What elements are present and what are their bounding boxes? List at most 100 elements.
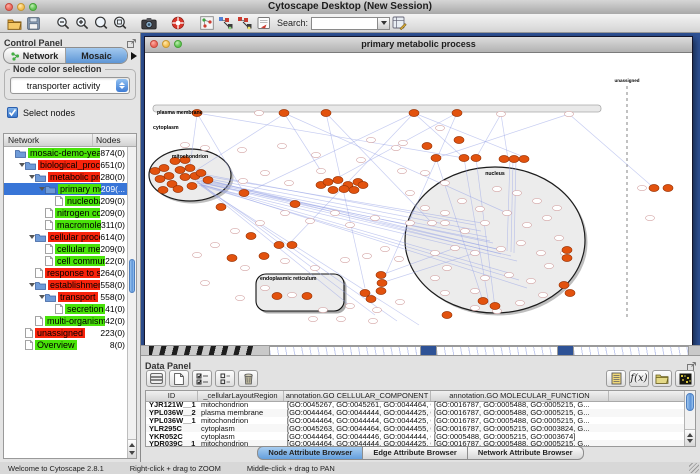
network-node-white[interactable] xyxy=(428,220,437,225)
network-node-white[interactable] xyxy=(431,275,440,280)
network-node-orange[interactable] xyxy=(302,293,312,300)
float-panel-icon[interactable] xyxy=(127,35,136,53)
network-node-white[interactable] xyxy=(306,218,315,223)
network-window-titlebar[interactable]: primary metabolic process xyxy=(145,37,692,53)
network-node-white[interactable] xyxy=(516,300,525,305)
network-node-white[interactable] xyxy=(211,242,220,247)
network-node-white[interactable] xyxy=(312,152,321,157)
network-node-orange[interactable] xyxy=(422,143,432,150)
network-node-orange[interactable] xyxy=(366,296,376,303)
network-node-orange[interactable] xyxy=(339,186,349,193)
table-column-header[interactable] xyxy=(609,391,695,401)
network-node-white[interactable] xyxy=(238,147,247,152)
network-node-white[interactable] xyxy=(461,228,470,233)
network-node-orange[interactable] xyxy=(431,155,441,162)
network-node-orange[interactable] xyxy=(216,204,226,211)
network-node-white[interactable] xyxy=(319,307,328,312)
network-tree-row[interactable]: response to stimulu264(0) xyxy=(4,267,127,279)
expander-triangle-icon[interactable] xyxy=(28,283,35,287)
network-node-orange[interactable] xyxy=(376,288,386,295)
network-node-white[interactable] xyxy=(523,222,532,227)
network-node-white[interactable] xyxy=(239,178,248,183)
network-node-white[interactable] xyxy=(367,137,376,142)
network-node-orange[interactable] xyxy=(358,182,368,189)
network-node-white[interactable] xyxy=(497,111,506,116)
expander-triangle-icon[interactable] xyxy=(38,295,45,299)
network-node-white[interactable] xyxy=(451,245,460,250)
search-input[interactable] xyxy=(311,17,377,30)
network-node-white[interactable] xyxy=(231,228,240,233)
network-node-white[interactable] xyxy=(201,280,210,285)
function-builder-icon[interactable]: f(x) xyxy=(629,370,649,387)
network-node-orange[interactable] xyxy=(360,290,370,297)
network-node-orange[interactable] xyxy=(155,176,165,183)
new-attribute-icon[interactable] xyxy=(169,370,189,387)
network-node-white[interactable] xyxy=(646,215,655,220)
network-node-white[interactable] xyxy=(281,258,290,263)
network-node-white[interactable] xyxy=(471,288,480,293)
network-node-white[interactable] xyxy=(261,285,270,290)
network-node-white[interactable] xyxy=(399,140,408,145)
network-node-white[interactable] xyxy=(638,185,647,190)
tab-mosaic[interactable]: Mosaic xyxy=(66,48,127,63)
network-node-white[interactable] xyxy=(513,190,522,195)
network-node-white[interactable] xyxy=(317,168,326,173)
network-node-white[interactable] xyxy=(398,168,407,173)
resize-grip[interactable] xyxy=(689,463,699,473)
network-zoom-button[interactable] xyxy=(174,40,182,48)
network-node-white[interactable] xyxy=(309,316,318,321)
network-node-orange[interactable] xyxy=(259,253,269,260)
network-node-white[interactable] xyxy=(553,205,562,210)
network-node-orange[interactable] xyxy=(185,165,195,172)
network-node-white[interactable] xyxy=(281,210,290,215)
network-view-window[interactable]: primary metabolic process plasma membran… xyxy=(144,36,693,347)
network-node-orange[interactable] xyxy=(509,156,519,163)
select-nodes-checkbox[interactable] xyxy=(7,107,18,118)
network-node-white[interactable] xyxy=(539,292,548,297)
import-file-folder-icon[interactable] xyxy=(652,370,672,387)
network-node-white[interactable] xyxy=(421,205,430,210)
tree-scrollbar[interactable] xyxy=(127,147,136,458)
network-node-orange[interactable] xyxy=(559,282,569,289)
network-node-white[interactable] xyxy=(441,290,450,295)
network-node-orange[interactable] xyxy=(290,201,300,208)
network-node-orange[interactable] xyxy=(333,177,343,184)
network-node-white[interactable] xyxy=(241,265,250,270)
network-node-orange[interactable] xyxy=(180,174,190,181)
network-node-white[interactable] xyxy=(201,145,210,150)
network-node-orange[interactable] xyxy=(187,183,197,190)
network-tree-row[interactable]: macromolecule311(0) xyxy=(4,219,127,231)
table-scrollbar-arrows[interactable] xyxy=(685,429,695,446)
delete-attribute-trash-icon[interactable] xyxy=(238,370,258,387)
network-overview-icon[interactable] xyxy=(197,15,216,31)
network-node-orange[interactable] xyxy=(274,242,284,249)
network-node-white[interactable] xyxy=(505,272,514,277)
table-scrollbar[interactable] xyxy=(684,391,695,446)
attribute-table-icon[interactable] xyxy=(146,370,166,387)
network-node-white[interactable] xyxy=(278,143,287,148)
network-node-white[interactable] xyxy=(517,240,526,245)
network-node-white[interactable] xyxy=(431,250,440,255)
network-node-white[interactable] xyxy=(406,190,415,195)
tab-edge-attribute-browser[interactable]: Edge Attribute Browser xyxy=(363,446,467,460)
network-node-white[interactable] xyxy=(441,220,450,225)
tree-column-network[interactable]: Network xyxy=(4,134,93,146)
network-tree-row[interactable]: metabolic process280(0) xyxy=(4,171,127,183)
network-tree-row[interactable]: cellular metabo209(0) xyxy=(4,243,127,255)
tab-network-attribute-browser[interactable]: Network Attribute Browser xyxy=(468,446,584,460)
network-node-white[interactable] xyxy=(497,246,506,251)
network-node-white[interactable] xyxy=(193,252,202,257)
network-tree-row[interactable]: nucleobase-209(0) xyxy=(4,195,127,207)
network-tree-row[interactable]: cellular process614(0) xyxy=(4,231,127,243)
network-node-white[interactable] xyxy=(256,220,265,225)
zoom-fit-icon[interactable] xyxy=(91,15,110,31)
network-node-white[interactable] xyxy=(443,265,452,270)
tab-network[interactable]: Network xyxy=(4,48,66,63)
attribute-batch-editor-icon[interactable] xyxy=(606,370,626,387)
network-node-white[interactable] xyxy=(261,170,270,175)
expander-triangle-icon[interactable] xyxy=(38,187,45,191)
tab-node-attribute-browser[interactable]: Node Attribute Browser xyxy=(257,446,363,460)
network-node-orange[interactable] xyxy=(565,290,575,297)
network-node-orange[interactable] xyxy=(246,233,256,240)
select-nodes-network-icon[interactable] xyxy=(216,15,235,31)
